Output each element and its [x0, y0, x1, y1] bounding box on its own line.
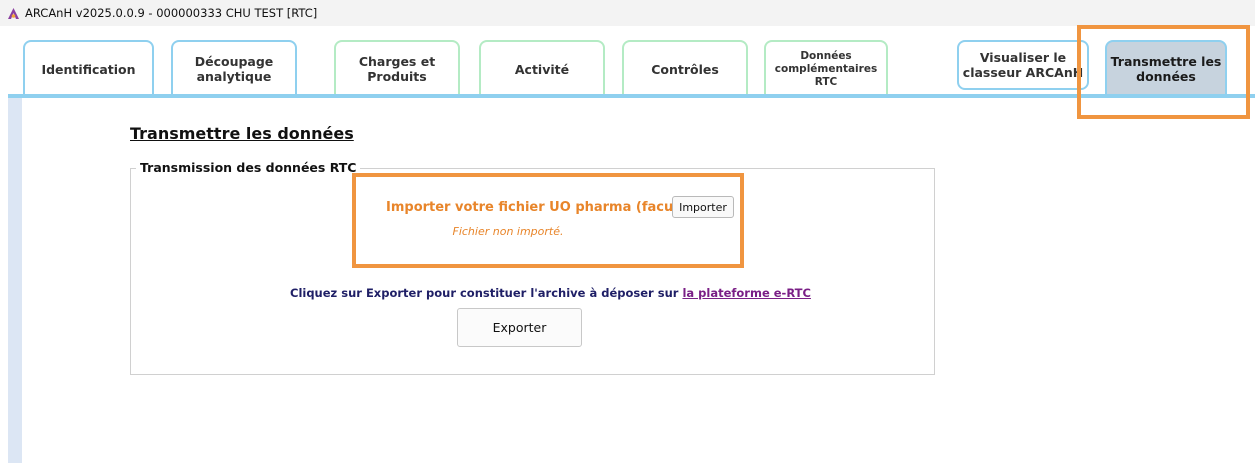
tab-charges-et-produits[interactable]: Charges et Produits — [334, 40, 460, 96]
fieldset-legend: Transmission des données RTC — [136, 160, 361, 175]
import-button[interactable]: Importer — [672, 196, 734, 218]
export-instruction-text: Cliquez sur Exporter pour constituer l'a… — [290, 286, 679, 300]
tab-transmettre-donnees[interactable]: Transmettre les données — [1105, 40, 1227, 96]
export-instruction: Cliquez sur Exporter pour constituer l'a… — [290, 286, 811, 300]
tab-activite[interactable]: Activité — [479, 40, 605, 96]
app-logo-icon — [6, 6, 20, 20]
window-title: ARCAnH v2025.0.0.9 - 000000333 CHU TEST … — [25, 6, 318, 20]
e-rtc-platform-link[interactable]: la plateforme e-RTC — [682, 286, 811, 300]
import-label: Importer votre fichier UO pharma (facult… — [386, 200, 715, 215]
page-title: Transmettre les données — [130, 124, 354, 143]
tab-decoupage-analytique[interactable]: Découpage analytique — [171, 40, 297, 96]
tab-controles[interactable]: Contrôles — [622, 40, 748, 96]
tab-strip-underline — [8, 94, 1255, 98]
tab-identification[interactable]: Identification — [23, 40, 154, 96]
import-status: Fichier non importé. — [452, 225, 564, 238]
left-side-panel — [8, 98, 22, 463]
title-bar: ARCAnH v2025.0.0.9 - 000000333 CHU TEST … — [0, 0, 1255, 26]
tab-donnees-complementaires-rtc[interactable]: Données complémentaires RTC — [764, 40, 888, 96]
tab-visualiser-classeur[interactable]: Visualiser le classeur ARCAnH — [957, 40, 1089, 90]
tab-strip: Identification Découpage analytique Char… — [0, 26, 1255, 98]
export-button[interactable]: Exporter — [457, 308, 582, 347]
